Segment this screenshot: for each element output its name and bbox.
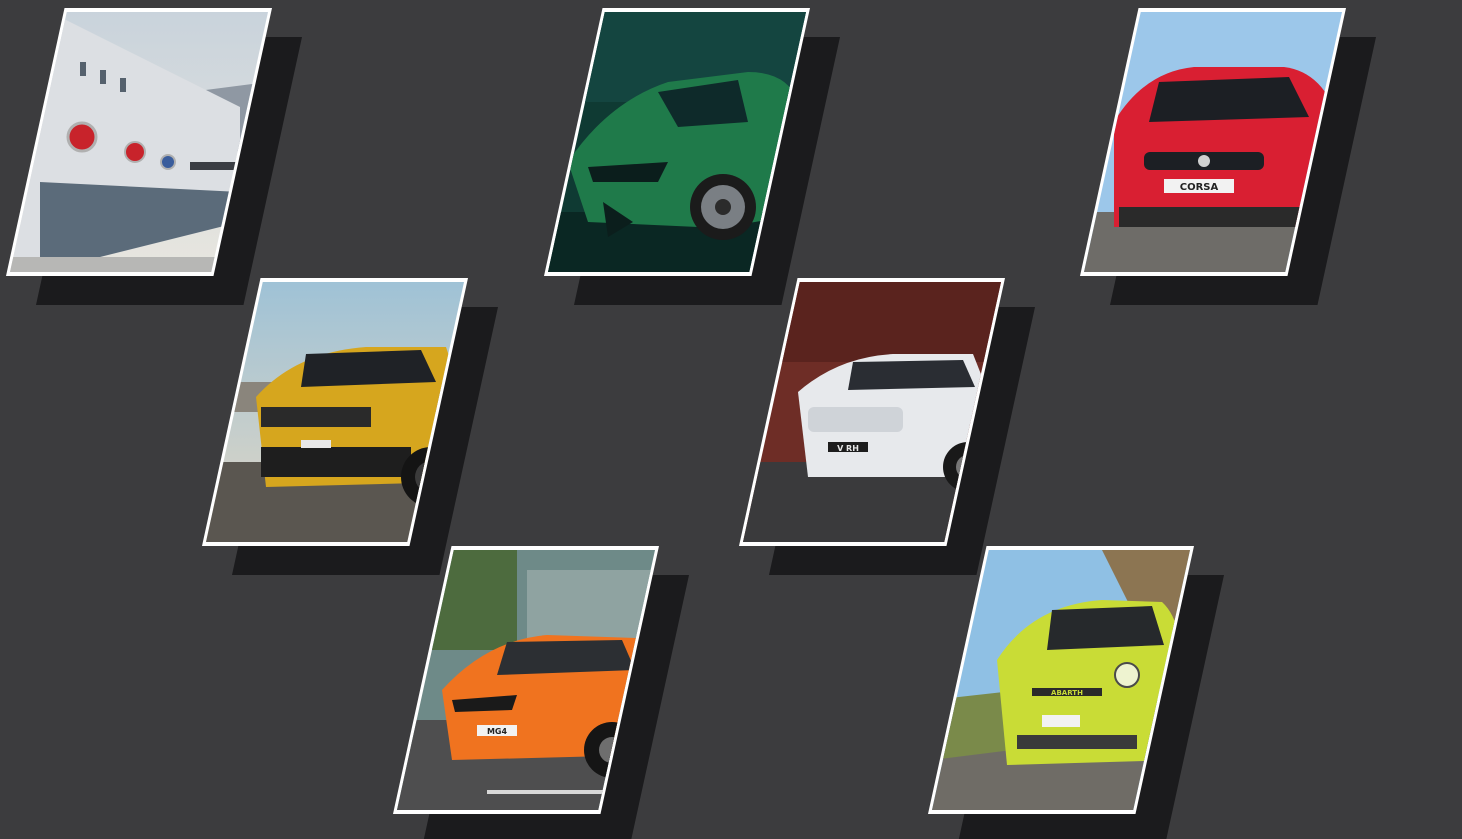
lime-city-car-badge: ABARTH [1051,689,1083,697]
tile-dealership [6,8,302,305]
red-hatchback-badge: CORSA [1180,182,1219,193]
tile-lime-city-car: ABARTH [928,546,1224,839]
collage-canvas: CORSA V RH MG4 ABARTH [0,0,1462,839]
tile-red-hatchback: CORSA [1080,8,1376,305]
white-suv-badge: V RH [837,444,859,453]
tile-yellow-suv [202,278,498,575]
tile-orange-hatchback: MG4 [393,546,689,839]
tile-white-suv: V RH [739,278,1035,575]
orange-hatchback-badge: MG4 [487,727,508,736]
tile-green-suv [544,8,840,305]
